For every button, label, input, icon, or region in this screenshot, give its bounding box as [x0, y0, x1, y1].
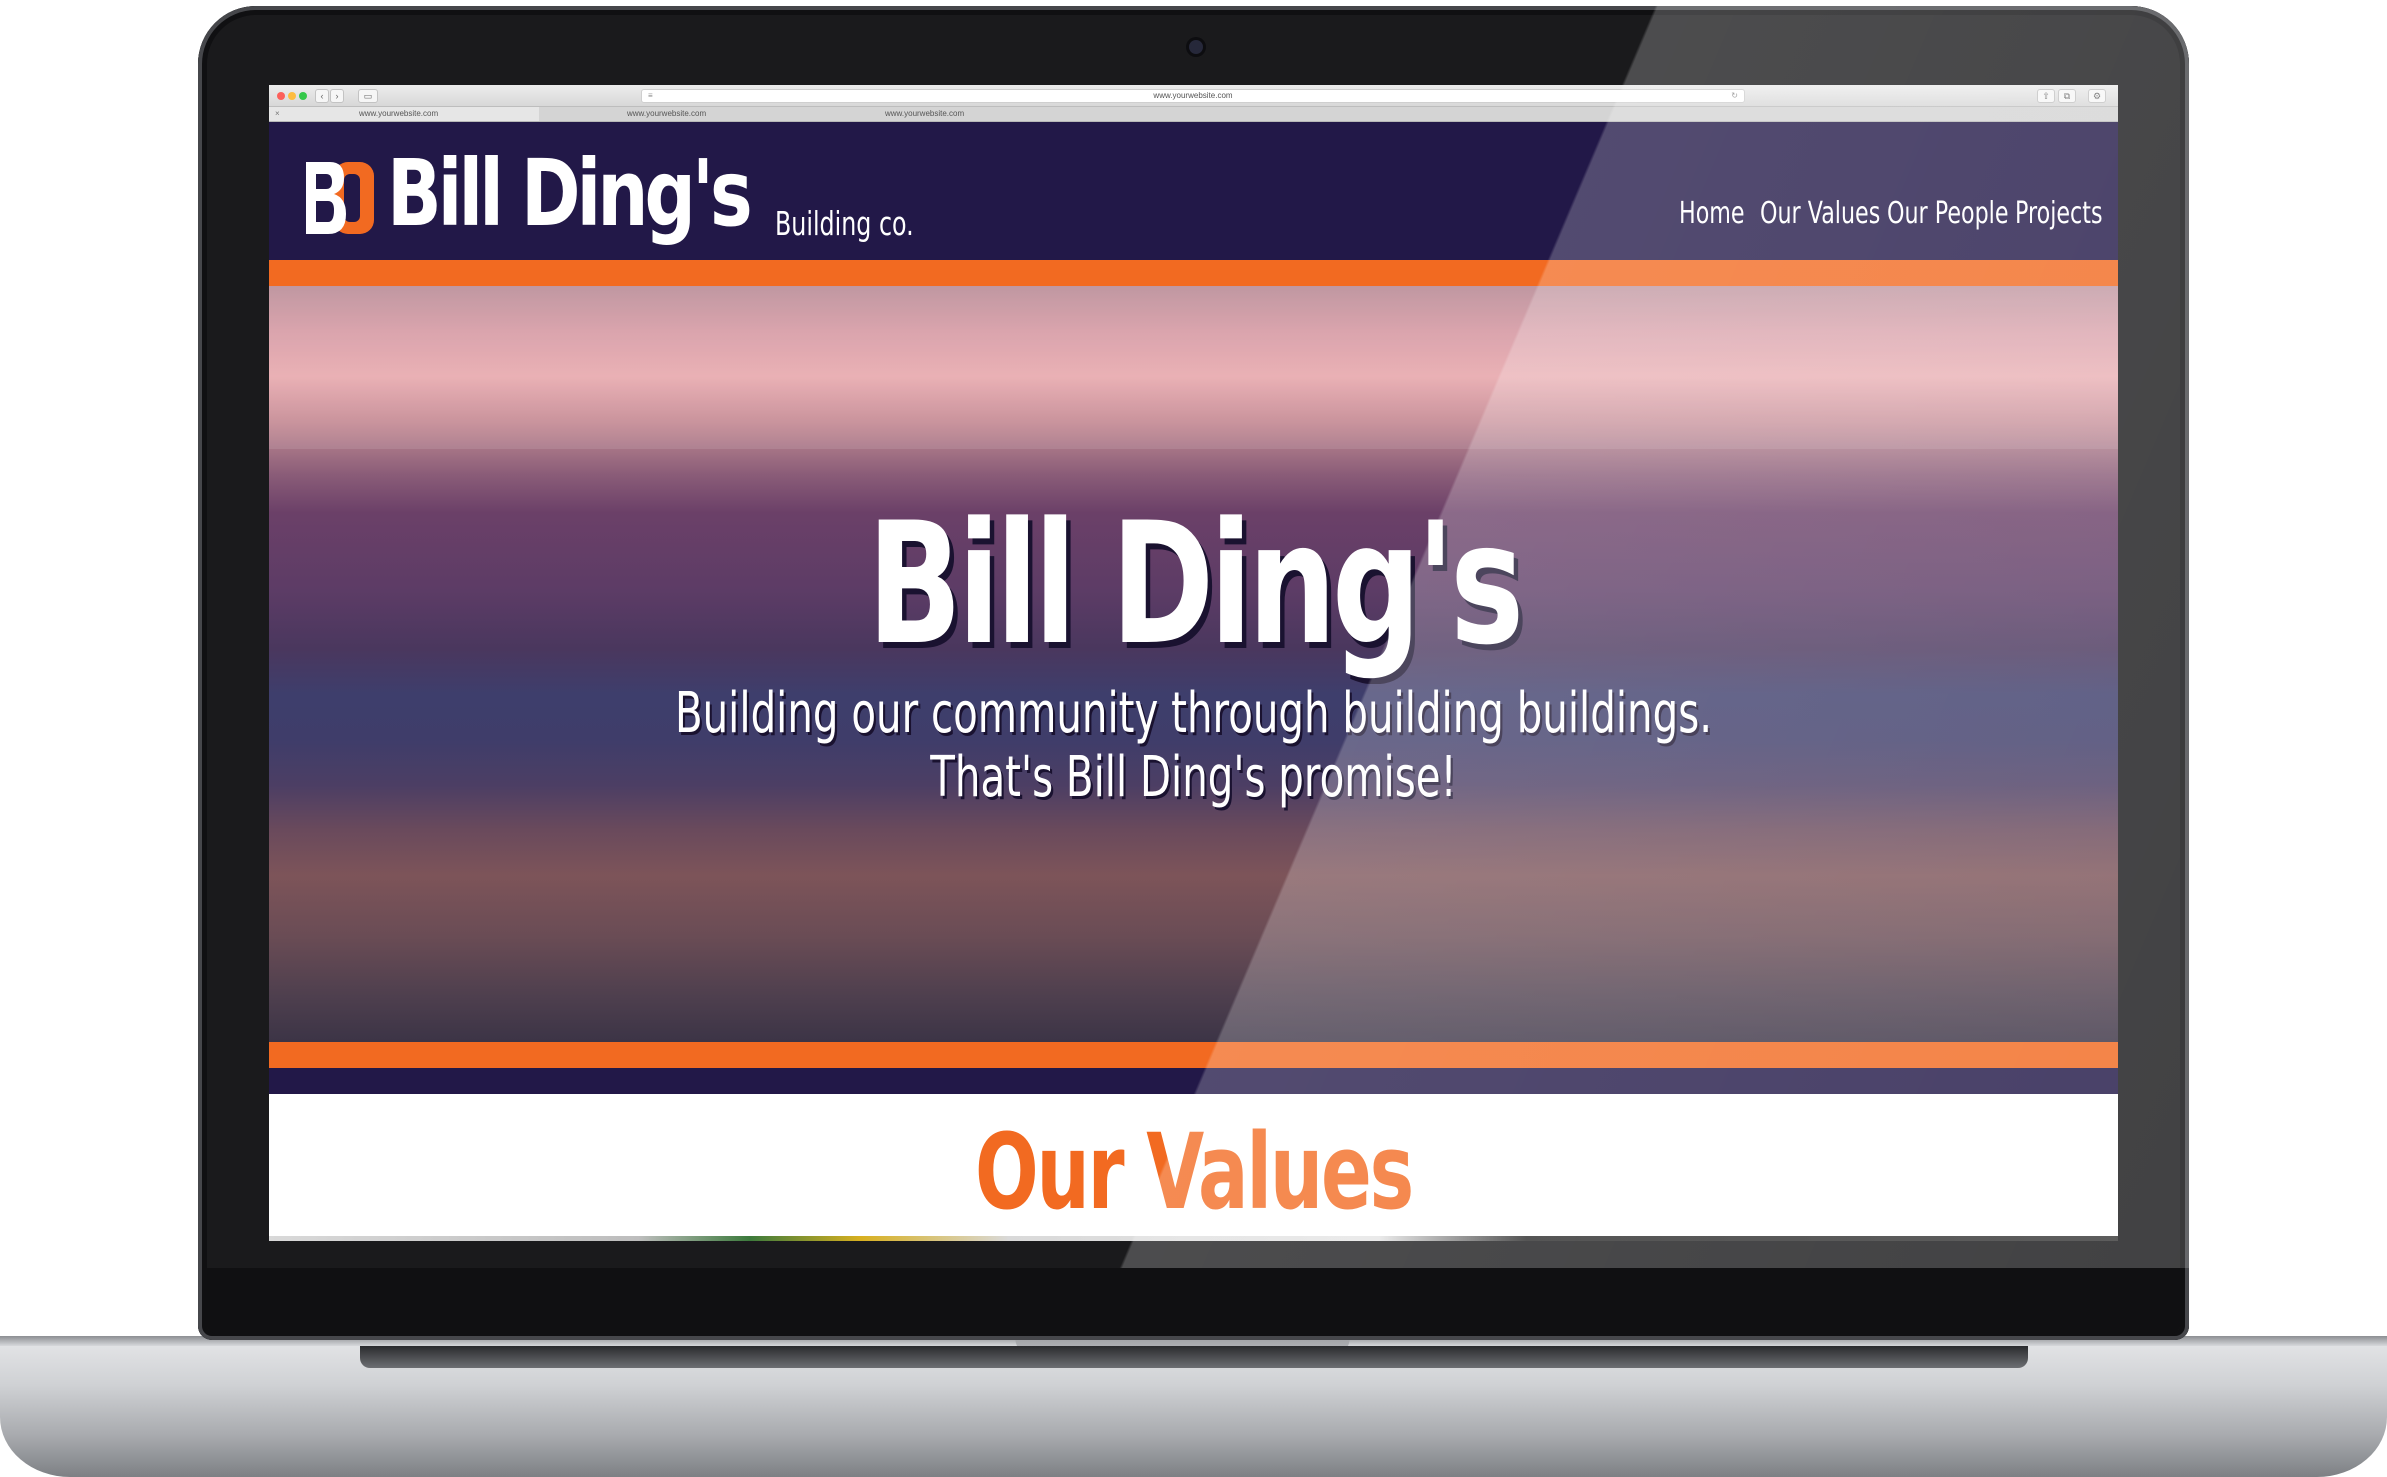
browser-toolbar: ‹ › ▭ ≡ www.yourwebsite.com ↻ ⇧ ⧉ ⚙ — [269, 85, 2118, 107]
browser-tab-label: www.yourwebsite.com — [885, 109, 965, 118]
browser-tab-label: www.yourwebsite.com — [359, 109, 439, 118]
forward-button[interactable]: › — [330, 89, 344, 103]
nav-link-projects-label[interactable]: Projects — [2015, 196, 2103, 231]
downloads-button[interactable]: ⚙ — [2088, 89, 2106, 103]
brand-tagline: Building co. — [775, 204, 914, 243]
nav-link-home-label[interactable]: Home — [1679, 196, 1745, 231]
browser-tab-bar: × www.yourwebsite.com www.yourwebsite.co… — [269, 107, 2118, 122]
reload-icon[interactable]: ↻ — [1731, 90, 1738, 102]
browser-tab[interactable]: × www.yourwebsite.com — [269, 107, 539, 121]
address-bar-url: www.yourwebsite.com — [1153, 91, 1233, 100]
back-button[interactable]: ‹ — [315, 89, 329, 103]
hero-orange-divider — [269, 1042, 2118, 1068]
bd-logo-icon[interactable] — [304, 158, 376, 236]
values-content-peek — [269, 1236, 2118, 1241]
browser-tab[interactable]: www.yourwebsite.com — [799, 107, 1059, 121]
hero-navy-divider — [269, 1068, 2118, 1094]
browser-tab-label: www.yourwebsite.com — [627, 109, 707, 118]
window-minimize-button[interactable] — [288, 92, 296, 100]
nav-link-our-values-label[interactable]: Our Values — [1760, 196, 1880, 231]
brand-name[interactable]: Bill Ding's — [387, 140, 753, 247]
nav-link-projects[interactable]: Projects — [2005, 196, 2118, 236]
hero-subtitle-line1: Building our community through building … — [674, 681, 1713, 746]
tabs-overview-button[interactable]: ⧉ — [2058, 89, 2076, 103]
sidebar-toggle-button[interactable]: ▭ — [358, 89, 378, 103]
hero-section: Bill Ding's Building our community throu… — [269, 286, 2118, 1042]
laptop-screen: ‹ › ▭ ≡ www.yourwebsite.com ↻ ⇧ ⧉ ⚙ × ww… — [269, 85, 2118, 1241]
browser-tab[interactable]: www.yourwebsite.com — [539, 107, 799, 121]
nav-link-our-people-label[interactable]: Our People — [1887, 196, 2008, 231]
hero-title: Bill Ding's — [867, 486, 1524, 682]
keyboard-edge — [360, 1346, 2028, 1368]
header-orange-divider — [269, 260, 2118, 286]
share-button[interactable]: ⇧ — [2037, 89, 2055, 103]
laptop-lid-chin — [206, 1268, 2181, 1334]
window-zoom-button[interactable] — [299, 92, 307, 100]
hero-sky-haze — [269, 286, 2118, 449]
our-values-heading: Our Values — [974, 1111, 1414, 1233]
address-bar[interactable]: ≡ www.yourwebsite.com ↻ — [641, 89, 1745, 103]
window-close-button[interactable] — [277, 92, 285, 100]
hero-subtitle-line2: That's Bill Ding's promise! — [930, 745, 1457, 810]
camera-icon — [1189, 40, 1203, 54]
site-header: Bill Ding's Building co. Home Our Values… — [269, 122, 2118, 260]
tab-close-icon[interactable]: × — [275, 107, 280, 121]
